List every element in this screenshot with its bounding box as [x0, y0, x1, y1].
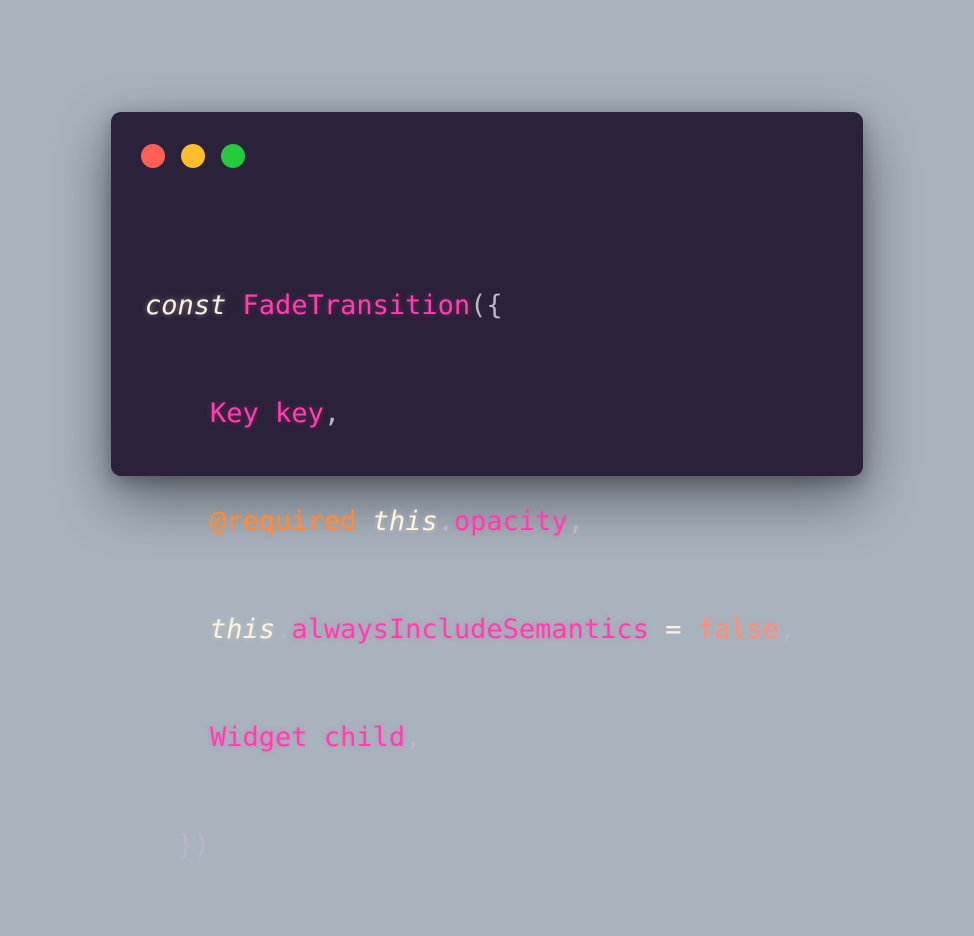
boolean-literal: false — [697, 614, 780, 645]
required-annotation: @required — [210, 506, 357, 537]
constructor-name: FadeTransition — [242, 290, 471, 321]
code-line-2: Key key, — [145, 396, 795, 432]
maximize-window-dot[interactable] — [221, 144, 245, 168]
keyword-const: const — [145, 290, 227, 321]
comma: , — [567, 506, 584, 537]
this-keyword: this — [372, 506, 438, 537]
comma: , — [779, 614, 796, 645]
code-line-1: const FadeTransition({ — [145, 288, 795, 324]
dot: . — [437, 506, 454, 537]
close-brace: }) — [177, 830, 211, 861]
comma: , — [323, 398, 341, 429]
param-name: child — [323, 722, 406, 753]
code-line-5: Widget child, — [145, 720, 795, 756]
code-window: const FadeTransition({ Key key, @require… — [111, 112, 863, 861]
code-line-3: @required this.opacity, — [145, 504, 795, 540]
code-line-6: }) — [145, 828, 795, 864]
assign-operator: = — [665, 614, 682, 645]
comma: , — [405, 722, 422, 753]
this-keyword: this — [210, 614, 276, 645]
code-block: const FadeTransition({ Key key, @require… — [145, 216, 795, 936]
code-line-4: this.alwaysIncludeSemantics = false, — [145, 612, 795, 648]
open-brace: ({ — [470, 290, 503, 321]
property-name: alwaysIncludeSemantics — [291, 614, 649, 645]
dot: . — [275, 614, 292, 645]
param-name: key — [275, 398, 324, 429]
property-name: opacity — [453, 506, 568, 537]
minimize-window-dot[interactable] — [181, 144, 205, 168]
param-type: Widget — [210, 722, 308, 753]
param-type: Key — [210, 398, 259, 429]
close-window-dot[interactable] — [141, 144, 165, 168]
